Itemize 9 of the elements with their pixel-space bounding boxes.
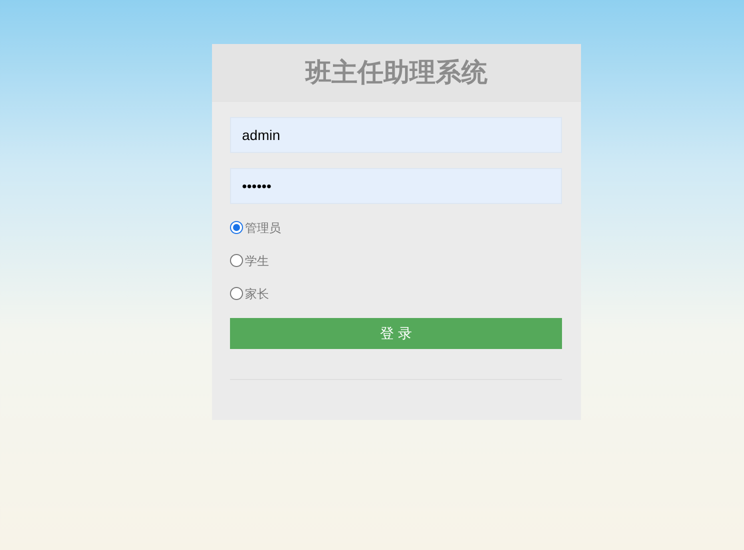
- system-title: 班主任助理系统: [306, 56, 488, 90]
- role-radio[interactable]: [230, 221, 243, 234]
- role-label: 管理员: [245, 220, 281, 236]
- role-radio[interactable]: [230, 287, 243, 300]
- role-label: 家长: [245, 286, 269, 302]
- role-radio[interactable]: [230, 254, 243, 267]
- role-label: 学生: [245, 252, 269, 270]
- username-field[interactable]: admin: [230, 117, 562, 153]
- password-field[interactable]: ••••••: [230, 168, 562, 204]
